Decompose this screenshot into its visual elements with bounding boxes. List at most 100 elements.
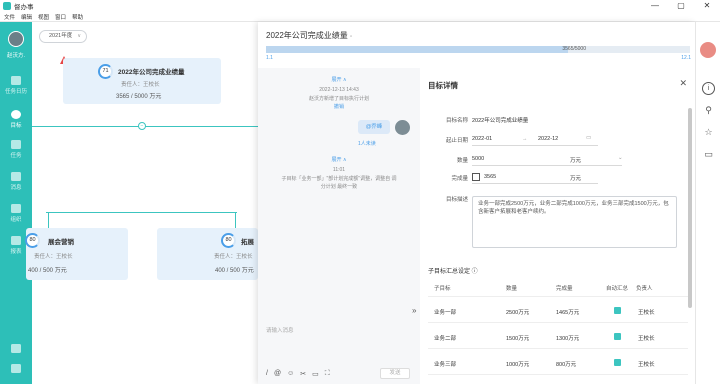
menu-help[interactable]: 帮助 bbox=[72, 13, 83, 21]
done-label: 完成量 bbox=[451, 176, 468, 182]
left-nav: 赵沃方. 任务日历 目标 任务 消息 组织 报表 bbox=[0, 22, 32, 384]
calendar-icon[interactable]: ▭ bbox=[586, 135, 591, 141]
connector-line bbox=[48, 212, 49, 228]
task-icon bbox=[11, 140, 21, 149]
folder-icon[interactable]: ▭ bbox=[702, 148, 715, 161]
undo-link[interactable]: 撤销 bbox=[258, 103, 420, 110]
minimize-button[interactable]: — bbox=[642, 0, 668, 12]
user-icon[interactable]: ⚲ bbox=[702, 104, 715, 117]
scissors-icon[interactable]: ✂ bbox=[300, 370, 306, 378]
done-value[interactable]: 3565 bbox=[484, 174, 496, 180]
message-time: 11:01 bbox=[332, 167, 346, 173]
nav-item-goals[interactable]: 目标 bbox=[0, 110, 32, 129]
qty-value[interactable]: 5000 bbox=[472, 156, 484, 162]
nav-item-team[interactable] bbox=[0, 344, 32, 355]
root-goal-card[interactable]: 71 2022年公司完成业绩量 责任人：王校长 3565 / 5000 万元 bbox=[63, 58, 221, 104]
child-goal-card[interactable]: 80 拓展 责任人：王校长 400 / 500 万元 bbox=[157, 228, 258, 280]
divider bbox=[472, 183, 598, 184]
progress-end-label: 12.1 bbox=[681, 55, 691, 61]
chat-pane: 展开 ∧ 2022-12-13 14:43 赵沃方新增了目标执行计划 撤销 @乔… bbox=[258, 68, 420, 384]
auto-sum-checkbox[interactable] bbox=[614, 333, 621, 340]
menu-bar: 文件 编辑 视图 窗口 帮助 bbox=[0, 12, 720, 22]
goal-title: 拓展 bbox=[241, 239, 254, 246]
menu-window[interactable]: 窗口 bbox=[55, 13, 66, 21]
star-icon[interactable]: ☆ bbox=[702, 126, 715, 139]
close-icon[interactable]: ✕ bbox=[679, 78, 687, 89]
right-strip: i ⚲ ☆ ▭ bbox=[695, 22, 720, 384]
maximize-button[interactable]: ▢ bbox=[668, 0, 694, 12]
chevron-down-icon[interactable]: ⌄ bbox=[618, 155, 623, 161]
row-name: 业务三部 bbox=[434, 362, 457, 368]
name-value[interactable]: 2022年公司完成业绩量 bbox=[472, 116, 528, 124]
collapse-panel-icon[interactable]: » bbox=[412, 306, 416, 315]
auto-sum-checkbox[interactable] bbox=[614, 307, 621, 314]
divider bbox=[428, 322, 688, 323]
user-name: 赵沃方. bbox=[6, 53, 26, 59]
title-bar: 督办事 — ▢ ✕ bbox=[0, 0, 720, 12]
expand-link[interactable]: 展开 ∧ bbox=[258, 156, 420, 163]
file-icon bbox=[11, 364, 21, 373]
goal-title: 2022年公司完成业绩量 bbox=[118, 69, 185, 76]
goal-canvas[interactable]: 2021年度 ∨ 71 2022年公司完成业绩量 责任人：王校长 3565 / … bbox=[25, 22, 258, 384]
goal-panel: 2022年公司完成业绩量 ▫ 3565/5000 1.1 12.1 展开 ∧ 2… bbox=[258, 22, 695, 384]
menu-view[interactable]: 视图 bbox=[38, 13, 49, 21]
goal-value: 3565 / 5000 万元 bbox=[116, 94, 162, 100]
divider bbox=[428, 374, 688, 375]
slash-icon[interactable]: / bbox=[266, 370, 268, 378]
nav-item-files[interactable] bbox=[0, 364, 32, 375]
menu-edit[interactable]: 编辑 bbox=[21, 13, 32, 21]
folder-icon[interactable]: ▭ bbox=[312, 370, 319, 378]
edit-icon[interactable]: ▫ bbox=[350, 34, 352, 40]
goal-title: 展会营销 bbox=[48, 239, 74, 246]
info-icon[interactable]: i bbox=[702, 82, 715, 95]
date-arrow: → bbox=[522, 136, 528, 142]
progress-ring: 80 bbox=[221, 233, 236, 248]
name-label: 目标名称 bbox=[445, 118, 468, 124]
goal-progress-bar: 3565/5000 bbox=[266, 46, 690, 53]
row-owner: 王校长 bbox=[638, 310, 655, 316]
row-done: 1465万元 bbox=[556, 310, 580, 316]
auto-sum-checkbox[interactable] bbox=[614, 359, 621, 366]
nav-label: 任务 bbox=[10, 153, 22, 159]
row-qty: 1000万元 bbox=[506, 362, 530, 368]
desc-textarea[interactable]: 业务一部完成2500万元，业务二部完成1000万元，业务三部完成1500万元，包… bbox=[472, 196, 677, 248]
nav-item-org[interactable]: 组织 bbox=[0, 204, 32, 223]
col-auto: 自动汇总 bbox=[606, 286, 629, 292]
nav-label: 任务日历 bbox=[4, 89, 27, 95]
chat-input[interactable]: 请输入消息 bbox=[266, 326, 294, 334]
menu-file[interactable]: 文件 bbox=[4, 13, 15, 21]
fullscreen-icon[interactable]: ⛶ bbox=[325, 370, 330, 378]
detail-scrollbar[interactable] bbox=[688, 108, 692, 308]
nav-label: 组织 bbox=[10, 217, 22, 223]
calendar-icon bbox=[11, 76, 21, 85]
year-select-value: 2021年度 bbox=[49, 33, 73, 39]
close-window-button[interactable]: ✕ bbox=[694, 0, 720, 12]
expand-link[interactable]: 展开 ∧ bbox=[258, 76, 420, 83]
collapse-node-icon[interactable]: − bbox=[138, 122, 146, 130]
nav-item-tasks[interactable]: 任务 bbox=[0, 140, 32, 159]
system-message: 子目标「业务一部」"部计划完成额"调整，调整自 调 bbox=[281, 176, 397, 182]
send-button[interactable]: 发送 bbox=[380, 368, 410, 379]
child-goal-card[interactable]: 80 展会营销 责任人：王校长 400 / 500 万元 bbox=[25, 228, 128, 280]
goal-owner: 责任人：王校长 bbox=[121, 82, 160, 88]
date-start[interactable]: 2022-01 bbox=[472, 136, 492, 142]
chart-icon bbox=[11, 236, 21, 245]
message-icon bbox=[11, 172, 21, 181]
emoji-icon[interactable]: ☺ bbox=[287, 370, 294, 378]
col-done: 完成量 bbox=[556, 286, 573, 292]
col-owner: 负责人 bbox=[636, 286, 653, 292]
nav-item-messages[interactable]: 消息 bbox=[0, 172, 32, 191]
member-avatar[interactable] bbox=[700, 42, 716, 58]
nav-label: 目标 bbox=[10, 123, 22, 129]
app-logo-icon bbox=[3, 2, 11, 10]
team-icon bbox=[11, 344, 21, 353]
read-status[interactable]: 1人未读 bbox=[358, 140, 376, 147]
year-select[interactable]: 2021年度 ∨ bbox=[39, 30, 87, 43]
user-avatar[interactable] bbox=[8, 31, 24, 47]
nav-item-calendar[interactable]: 任务日历 bbox=[0, 76, 32, 95]
date-end[interactable]: 2022-12 bbox=[538, 136, 558, 142]
nav-label: 消息 bbox=[10, 185, 22, 191]
row-owner: 王校长 bbox=[638, 362, 655, 368]
chevron-down-icon: ∨ bbox=[77, 33, 81, 39]
mention-icon[interactable]: @ bbox=[274, 370, 281, 378]
